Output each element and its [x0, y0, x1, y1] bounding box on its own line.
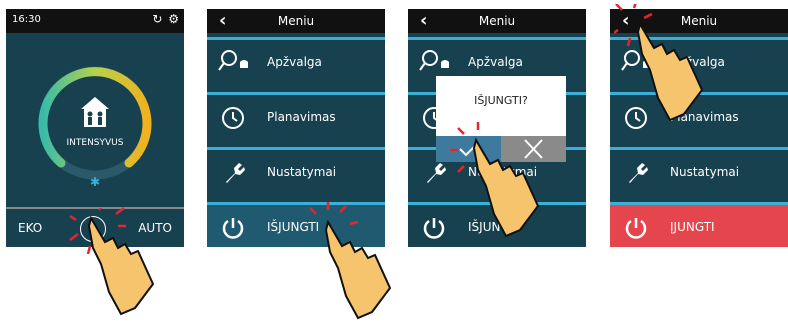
- menu-item-on[interactable]: ĮJUNGTI: [610, 202, 788, 247]
- tap-burst-icon: [450, 122, 480, 173]
- menu-item-schedule[interactable]: Planavimas: [207, 92, 385, 142]
- menu-item-label: Nustatymai: [267, 165, 337, 179]
- lamp-icon: [218, 50, 248, 71]
- clock-icon: [222, 107, 244, 129]
- menu-header: ‹ Meniu: [408, 9, 586, 33]
- menu-item-label: Apžvalga: [267, 55, 322, 69]
- menu-item-settings[interactable]: Nustatymai: [610, 147, 788, 197]
- wrench-icon: [427, 163, 446, 183]
- menu-item-label: Nustatymai: [670, 165, 740, 179]
- menu-title: Meniu: [277, 14, 315, 28]
- intensity-dial[interactable]: ✱: [6, 33, 184, 233]
- menu-item-overview[interactable]: Apžvalga: [207, 37, 385, 87]
- lamp-icon: [419, 50, 449, 71]
- eko-button[interactable]: EKO: [18, 221, 42, 235]
- menu-header: ‹ Meniu: [207, 9, 385, 33]
- power-icon: [625, 218, 647, 239]
- tap-burst-icon: [309, 202, 359, 226]
- status-icons: ↻ ⚙: [152, 12, 180, 26]
- fan-icon: ✱: [90, 175, 100, 189]
- menu-title: Meniu: [478, 14, 516, 28]
- status-bar: 16:30 ↻ ⚙: [6, 9, 184, 33]
- tap-burst-icon: [69, 207, 126, 254]
- mode-label: INTENSYVUS: [66, 138, 124, 148]
- tap-burst-icon: [614, 4, 653, 47]
- power-icon: [222, 218, 244, 239]
- menu-item-label: Apžvalga: [468, 55, 523, 69]
- menu-item-label: ĮJUNGTI: [670, 220, 715, 234]
- house-family-icon: [81, 97, 109, 127]
- menu-item-settings[interactable]: Nustatymai: [207, 147, 385, 197]
- power-icon: [423, 218, 445, 239]
- clock-time: 16:30: [12, 14, 41, 25]
- wrench-icon: [629, 163, 648, 183]
- wrench-icon: [226, 163, 245, 183]
- menu-item-label: Planavimas: [267, 110, 336, 124]
- confirm-question: IŠJUNGTI?: [474, 94, 528, 107]
